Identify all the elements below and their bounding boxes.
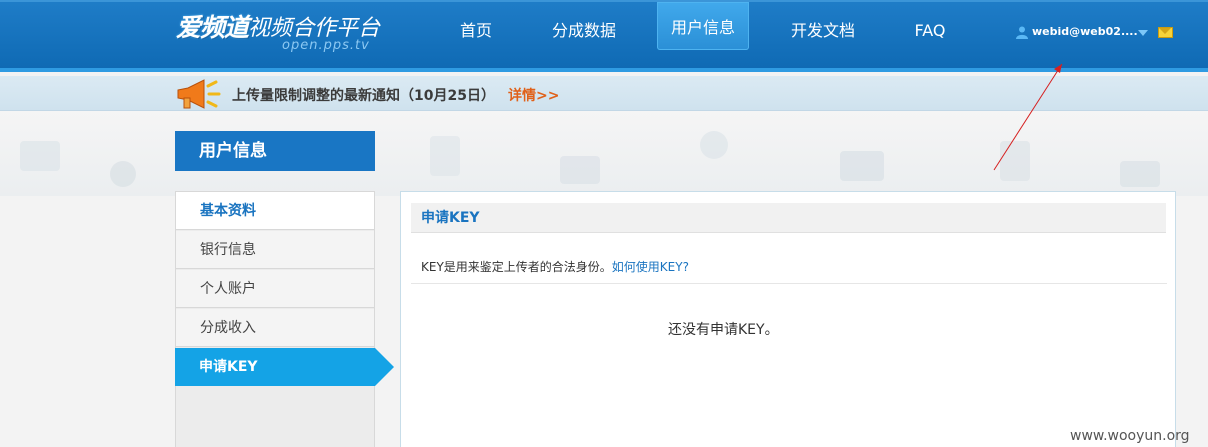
nav-home[interactable]: 首页 xyxy=(440,0,512,70)
sidebar-item-bank-info[interactable]: 银行信息 xyxy=(176,231,374,269)
empty-state-text: 还没有申请KEY。 xyxy=(668,322,779,338)
deco-shape xyxy=(110,161,136,187)
deco-shape xyxy=(20,141,60,171)
how-to-use-key-link[interactable]: 如何使用KEY? xyxy=(612,260,689,274)
user-name: webid@web02.... xyxy=(1032,25,1138,38)
watermark: www.wooyun.org xyxy=(1070,428,1190,444)
notice-details-link[interactable]: 详情>> xyxy=(508,85,559,105)
nav-revenue-data[interactable]: 分成数据 xyxy=(536,0,632,70)
sidebar-item-apply-key[interactable]: 申请KEY xyxy=(175,348,394,386)
sidebar-item-personal-account[interactable]: 个人账户 xyxy=(176,270,374,308)
notice-bar: 上传量限制调整的最新通知（10月25日） 详情>> xyxy=(0,76,1208,111)
mail-icon[interactable] xyxy=(1158,27,1173,38)
sidebar-item-revenue[interactable]: 分成收入 xyxy=(176,309,374,347)
deco-shape xyxy=(1000,141,1030,181)
chevron-down-icon[interactable] xyxy=(1138,30,1148,36)
deco-shape xyxy=(700,131,728,159)
logo-brand: 爱频道 xyxy=(176,13,249,42)
deco-shape xyxy=(840,151,884,181)
sidebar-title: 用户信息 xyxy=(175,131,375,171)
divider xyxy=(411,283,1167,284)
user-icon xyxy=(1016,26,1028,39)
nav-dev-docs[interactable]: 开发文档 xyxy=(780,0,866,70)
megaphone-icon xyxy=(177,79,221,109)
panel-title: 申请KEY xyxy=(411,203,1166,233)
sidebar-item-basic-info[interactable]: 基本资料 xyxy=(176,192,374,230)
deco-shape xyxy=(1120,161,1160,187)
deco-shape xyxy=(430,136,460,176)
top-header: 爱频道 视频合作平台 open.pps.tv 首页 分成数据 用户信息 开发文档… xyxy=(0,0,1208,72)
deco-shape xyxy=(560,156,600,184)
logo-url: open.pps.tv xyxy=(282,38,370,53)
panel-description: KEY是用来鉴定上传者的合法身份。如何使用KEY? xyxy=(421,260,689,274)
content-panel: 申请KEY KEY是用来鉴定上传者的合法身份。如何使用KEY? 还没有申请KEY… xyxy=(400,191,1176,447)
nav-user-info[interactable]: 用户信息 xyxy=(657,2,749,50)
nav-faq[interactable]: FAQ xyxy=(902,0,958,70)
site-logo[interactable]: 爱频道 视频合作平台 open.pps.tv xyxy=(176,8,396,58)
notice-text: 上传量限制调整的最新通知（10月25日） xyxy=(232,88,495,104)
sidebar-menu: 基本资料 银行信息 个人账户 分成收入 申请KEY xyxy=(175,191,394,447)
